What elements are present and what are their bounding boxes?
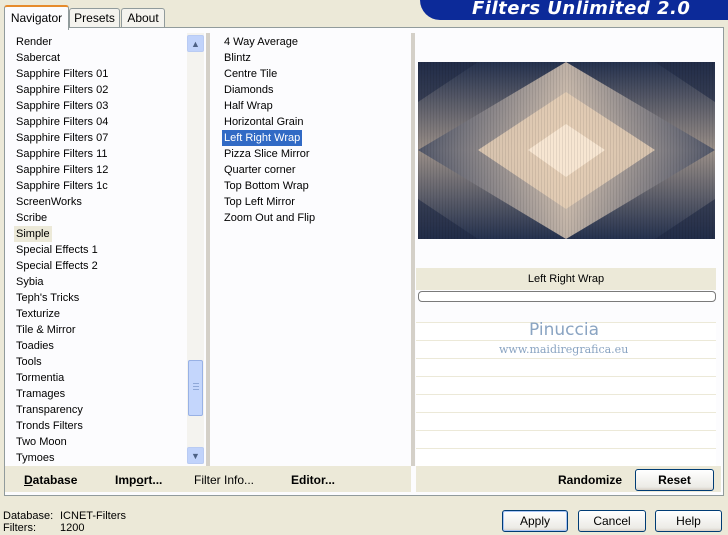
category-item[interactable]: ScreenWorks <box>16 194 82 210</box>
database-button[interactable]: Database <box>24 472 77 488</box>
category-item[interactable]: Two Moon <box>16 434 67 450</box>
category-item[interactable]: Tymoes <box>16 450 55 466</box>
preview-image <box>418 62 715 239</box>
watermark-name: Pinuccia <box>529 320 599 340</box>
category-item[interactable]: Sapphire Filters 04 <box>16 114 108 130</box>
grip-line <box>193 389 199 390</box>
category-item[interactable]: Simple <box>14 226 52 242</box>
category-item[interactable]: Sapphire Filters 11 <box>16 146 108 162</box>
progress-bar <box>418 291 716 302</box>
cancel-button[interactable]: Cancel <box>578 510 646 532</box>
category-item[interactable]: Tormentia <box>16 370 64 386</box>
watermark-url: www.maidiregrafica.eu <box>499 343 629 356</box>
category-item[interactable]: Teph's Tricks <box>16 290 79 306</box>
category-item[interactable]: Sapphire Filters 07 <box>16 130 108 146</box>
category-item[interactable]: Render <box>16 34 52 50</box>
parameter-row <box>416 412 716 430</box>
scrollbar-thumb[interactable] <box>188 360 203 416</box>
category-item[interactable]: Sabercat <box>16 50 60 66</box>
tab-navigator[interactable]: Navigator <box>4 5 69 30</box>
column-divider <box>411 33 415 466</box>
randomize-button[interactable]: Randomize <box>558 472 622 488</box>
category-item[interactable]: Toadies <box>16 338 54 354</box>
filters-status-value: 1200 <box>60 522 85 534</box>
help-button[interactable]: Help <box>655 510 722 532</box>
tab-about[interactable]: About <box>121 8 165 28</box>
current-filter-label: Left Right Wrap <box>416 268 716 290</box>
filters-status-label: Filters: <box>3 522 36 534</box>
filter-info-button[interactable]: Filter Info... <box>194 472 254 488</box>
category-item[interactable]: Special Effects 2 <box>16 258 98 274</box>
parameter-row <box>416 448 716 466</box>
filter-item[interactable]: Half Wrap <box>224 98 273 114</box>
filter-item[interactable]: Zoom Out and Flip <box>224 210 315 226</box>
filter-item[interactable]: Quarter corner <box>224 162 296 178</box>
filter-item[interactable]: Left Right Wrap <box>222 130 303 146</box>
filter-item[interactable]: Diamonds <box>224 82 274 98</box>
grip-line <box>193 386 199 387</box>
category-scrollbar[interactable]: ▲ ▼ <box>187 33 204 464</box>
parameter-row <box>416 394 716 412</box>
chevron-up-icon[interactable]: ▲ <box>187 35 204 52</box>
column-divider <box>206 33 210 466</box>
filter-item[interactable]: Top Left Mirror <box>224 194 295 210</box>
category-item[interactable]: Transparency <box>16 402 83 418</box>
grip-line <box>193 383 199 384</box>
filter-item[interactable]: Centre Tile <box>224 66 277 82</box>
filter-item[interactable]: Horizontal Grain <box>224 114 303 130</box>
category-item[interactable]: Tronds Filters <box>16 418 83 434</box>
import-button[interactable]: Import... <box>115 472 162 488</box>
parameter-row <box>416 358 716 376</box>
category-item[interactable]: Sapphire Filters 01 <box>16 66 108 82</box>
category-item[interactable]: Sapphire Filters 12 <box>16 162 108 178</box>
category-item[interactable]: Scribe <box>16 210 47 226</box>
parameter-row <box>416 430 716 448</box>
category-item[interactable]: Tile & Mirror <box>16 322 75 338</box>
filter-item[interactable]: 4 Way Average <box>224 34 298 50</box>
category-item[interactable]: Tramages <box>16 386 65 402</box>
filter-item[interactable]: Top Bottom Wrap <box>224 178 309 194</box>
editor-button[interactable]: Editor... <box>291 472 335 488</box>
category-item[interactable]: Tools <box>16 354 42 370</box>
category-item[interactable]: Sapphire Filters 1c <box>16 178 108 194</box>
category-item[interactable]: Sapphire Filters 02 <box>16 82 108 98</box>
category-item[interactable]: Sybia <box>16 274 44 290</box>
category-item[interactable]: Texturize <box>16 306 60 322</box>
reset-button[interactable]: Reset <box>635 469 714 491</box>
app-title: Filters Unlimited 2.0 <box>472 0 691 19</box>
parameter-row <box>416 376 716 394</box>
apply-button[interactable]: Apply <box>502 510 568 532</box>
tab-presets[interactable]: Presets <box>69 8 120 28</box>
category-item[interactable]: Sapphire Filters 03 <box>16 98 108 114</box>
filter-item[interactable]: Pizza Slice Mirror <box>224 146 310 162</box>
category-item[interactable]: Special Effects 1 <box>16 242 98 258</box>
chevron-down-icon[interactable]: ▼ <box>187 447 204 464</box>
filter-item[interactable]: Blintz <box>224 50 251 66</box>
